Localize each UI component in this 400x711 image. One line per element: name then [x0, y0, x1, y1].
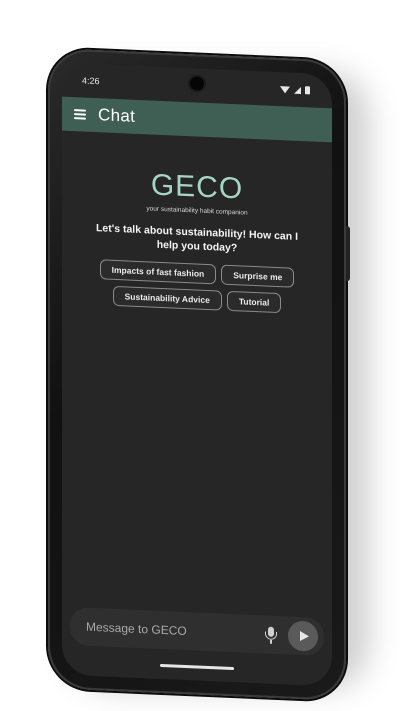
- cell-signal-icon: [294, 86, 301, 94]
- welcome-prompt: Let's talk about sustainability! How can…: [95, 222, 299, 254]
- suggestion-chip-tutorial[interactable]: Tutorial: [226, 291, 282, 314]
- phone-frame: 4:26 Chat GECO your sustainability habit…: [48, 48, 350, 702]
- suggestion-chips: Impacts of fast fashion Surprise me Sust…: [62, 258, 332, 316]
- chip-row: Impacts of fast fashion Surprise me: [99, 259, 295, 289]
- suggestion-chip-sustainability-advice[interactable]: Sustainability Advice: [112, 286, 222, 311]
- suggestion-chip-fast-fashion[interactable]: Impacts of fast fashion: [99, 259, 217, 285]
- page-title: Chat: [98, 105, 136, 126]
- hamburger-menu-icon[interactable]: [74, 109, 86, 120]
- geco-logo: GECO: [150, 168, 244, 206]
- chip-row: Sustainability Advice Tutorial: [112, 286, 282, 314]
- suggestion-chip-surprise-me[interactable]: Surprise me: [221, 264, 295, 289]
- side-button: [346, 226, 350, 282]
- battery-icon: [305, 86, 310, 95]
- home-indicator[interactable]: [160, 663, 234, 671]
- app-screen: 4:26 Chat GECO your sustainability habit…: [62, 62, 332, 687]
- send-button[interactable]: [288, 620, 318, 652]
- microphone-icon[interactable]: [262, 623, 280, 646]
- front-camera: [190, 76, 204, 91]
- send-icon: [300, 631, 309, 642]
- message-composer: [70, 606, 324, 657]
- wifi-icon: [280, 85, 290, 94]
- chat-welcome: GECO your sustainability habit companion…: [62, 131, 332, 316]
- status-time: 4:26: [82, 75, 100, 87]
- message-input[interactable]: [84, 618, 262, 643]
- status-icons: [280, 85, 310, 95]
